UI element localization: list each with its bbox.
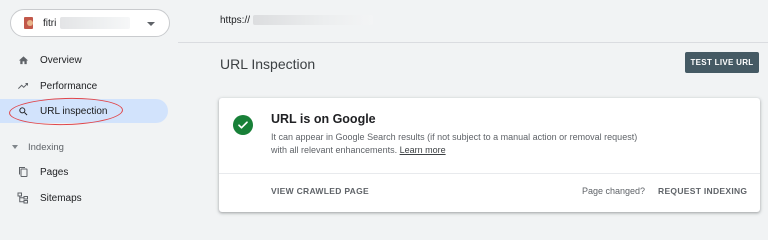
request-indexing-button[interactable]: REQUEST INDEXING	[658, 186, 747, 196]
home-icon	[17, 54, 29, 66]
result-description-text: It can appear in Google Search results (…	[271, 132, 638, 155]
chevron-down-icon	[147, 22, 155, 26]
url-redacted	[253, 15, 374, 25]
property-name: fitri	[43, 17, 57, 29]
sitemap-icon	[17, 192, 29, 204]
header-divider	[178, 42, 768, 43]
sidebar-item-label: Performance	[40, 80, 98, 92]
sidebar-item-label: URL inspection	[40, 105, 108, 117]
property-favicon-icon	[23, 17, 35, 29]
learn-more-link[interactable]: Learn more	[400, 145, 446, 155]
sidebar-item-label: Sitemaps	[40, 192, 82, 204]
page-changed-label: Page changed?	[582, 186, 646, 196]
check-circle-icon	[233, 115, 253, 135]
sidebar-section-label: Indexing	[28, 141, 64, 153]
sidebar-item-performance[interactable]: Performance	[0, 74, 168, 98]
property-name-redacted	[60, 17, 131, 29]
caret-down-icon	[12, 145, 18, 149]
sidebar-item-overview[interactable]: Overview	[0, 48, 168, 72]
pages-icon	[17, 166, 29, 178]
card-divider	[219, 173, 760, 174]
sidebar-section-indexing[interactable]: Indexing	[12, 139, 64, 155]
url-prefix: https://	[220, 14, 251, 26]
inspection-result-card: URL is on Google It can appear in Google…	[219, 98, 760, 212]
sidebar-item-pages[interactable]: Pages	[0, 160, 168, 184]
trending-up-icon	[17, 80, 29, 92]
property-selector[interactable]: fitri	[10, 9, 170, 37]
sidebar-item-label: Pages	[40, 166, 69, 178]
test-live-url-button[interactable]: TEST LIVE URL	[685, 52, 759, 73]
result-description: It can appear in Google Search results (…	[271, 131, 651, 157]
inspected-url: https://	[220, 12, 374, 28]
sidebar-item-sitemaps[interactable]: Sitemaps	[0, 186, 168, 210]
page-title: URL Inspection	[220, 56, 316, 72]
search-icon	[17, 105, 29, 117]
sidebar-item-label: Overview	[40, 54, 82, 66]
view-crawled-page-button[interactable]: VIEW CRAWLED PAGE	[271, 186, 369, 196]
result-title: URL is on Google	[271, 112, 376, 126]
sidebar: fitri Overview Performance URL inspectio…	[0, 0, 178, 220]
sidebar-item-url-inspection[interactable]: URL inspection	[0, 99, 168, 123]
